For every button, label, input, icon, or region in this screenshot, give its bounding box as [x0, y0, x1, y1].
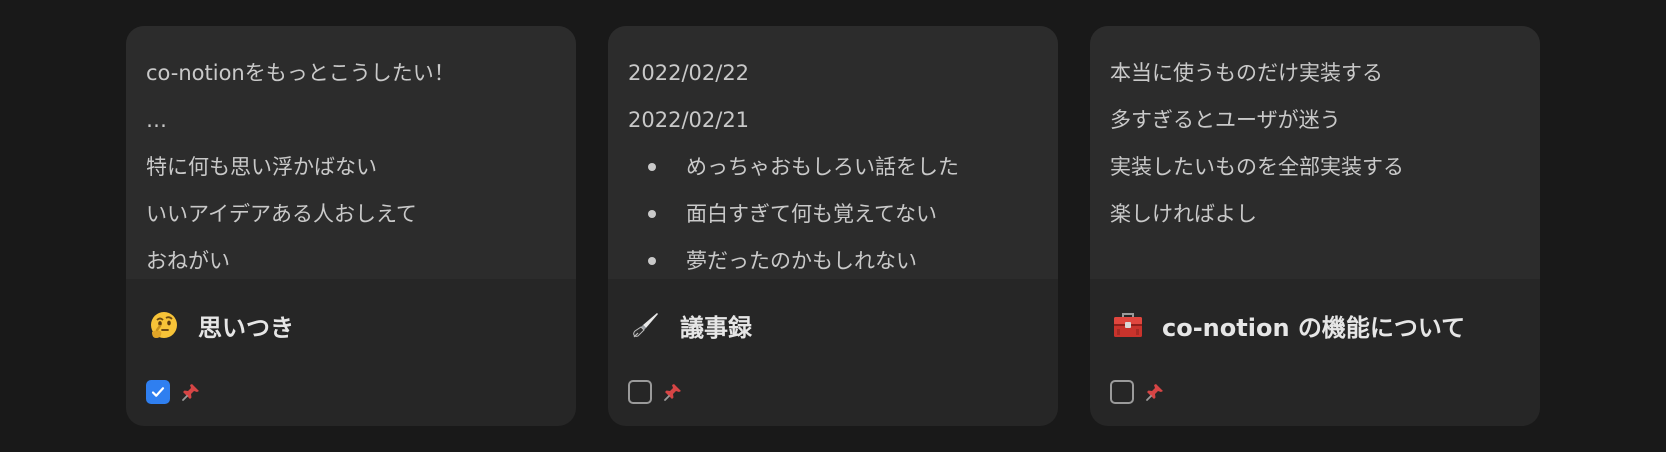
card-checkbox[interactable]: [628, 380, 652, 404]
card-checkbox[interactable]: [1110, 380, 1134, 404]
card-title: co-notion の機能について: [1162, 313, 1466, 342]
page-card-minutes[interactable]: 2022/02/22 2022/02/21 めっちゃおもしろい話をした 面白すぎ…: [608, 26, 1058, 426]
preview-line: おねがい: [146, 249, 230, 273]
bullet-dot-icon: [648, 163, 656, 171]
pushpin-icon[interactable]: [1142, 379, 1168, 405]
bullet-text: 夢だったのかもしれない: [686, 249, 917, 273]
preview-bullet-item: 夢だったのかもしれない: [628, 238, 1038, 279]
preview-bullet-item: めっちゃおもしろい話をした: [628, 144, 1038, 191]
preview-line: いいアイデアある人おしえて: [146, 202, 417, 226]
card-preview: co-notionをもっとこうしたい！ … 特に何も思い浮かばない いいアイデア…: [126, 26, 576, 279]
pushpin-icon[interactable]: [178, 379, 204, 405]
card-title: 議事録: [680, 313, 752, 342]
card-preview: 本当に使うものだけ実装する 多すぎるとユーザが迷う 実装したいものを全部実装する…: [1090, 26, 1540, 279]
page-board: co-notionをもっとこうしたい！ … 特に何も思い浮かばない いいアイデア…: [0, 0, 1666, 452]
fountain-pen-icon: [628, 307, 664, 343]
bullet-text: めっちゃおもしろい話をした: [686, 155, 959, 179]
preview-bullet-list: めっちゃおもしろい話をした 面白すぎて何も覚えてない 夢だったのかもしれない: [628, 144, 1038, 279]
preview-line: …: [146, 108, 167, 132]
preview-line: 楽しければよし: [1110, 202, 1257, 226]
bullet-dot-icon: [648, 257, 656, 265]
card-title-row[interactable]: 議事録: [628, 305, 1038, 345]
card-controls: [628, 379, 1038, 405]
preview-bullet-item: 面白すぎて何も覚えてない: [628, 191, 1038, 238]
preview-line: 特に何も思い浮かばない: [146, 155, 377, 179]
preview-line: co-notionをもっとこうしたい！: [146, 61, 455, 85]
page-card-ideas[interactable]: co-notionをもっとこうしたい！ … 特に何も思い浮かばない いいアイデア…: [126, 26, 576, 426]
page-card-features[interactable]: 本当に使うものだけ実装する 多すぎるとユーザが迷う 実装したいものを全部実装する…: [1090, 26, 1540, 426]
card-preview: 2022/02/22 2022/02/21 めっちゃおもしろい話をした 面白すぎ…: [608, 26, 1058, 279]
pushpin-icon[interactable]: [660, 379, 686, 405]
card-footer: co-notion の機能について: [1090, 279, 1540, 426]
preview-line: 本当に使うものだけ実装する: [1110, 61, 1383, 85]
card-controls: [1110, 379, 1520, 405]
card-title-row[interactable]: co-notion の機能について: [1110, 305, 1520, 345]
bullet-text: 面白すぎて何も覚えてない: [686, 202, 937, 226]
card-footer: 議事録: [608, 279, 1058, 426]
preview-line: 2022/02/22: [628, 61, 750, 85]
bullet-dot-icon: [648, 210, 656, 218]
toolbox-icon: [1110, 307, 1146, 343]
card-title: 思いつき: [198, 313, 294, 342]
card-controls: [146, 379, 556, 405]
preview-line: 2022/02/21: [628, 108, 750, 132]
card-footer: 思いつき: [126, 279, 576, 426]
card-title-row[interactable]: 思いつき: [146, 305, 556, 345]
preview-line: 多すぎるとユーザが迷う: [1110, 108, 1341, 132]
preview-line: 実装したいものを全部実装する: [1110, 155, 1404, 179]
card-checkbox[interactable]: [146, 380, 170, 404]
thinking-face-icon: [146, 307, 182, 343]
